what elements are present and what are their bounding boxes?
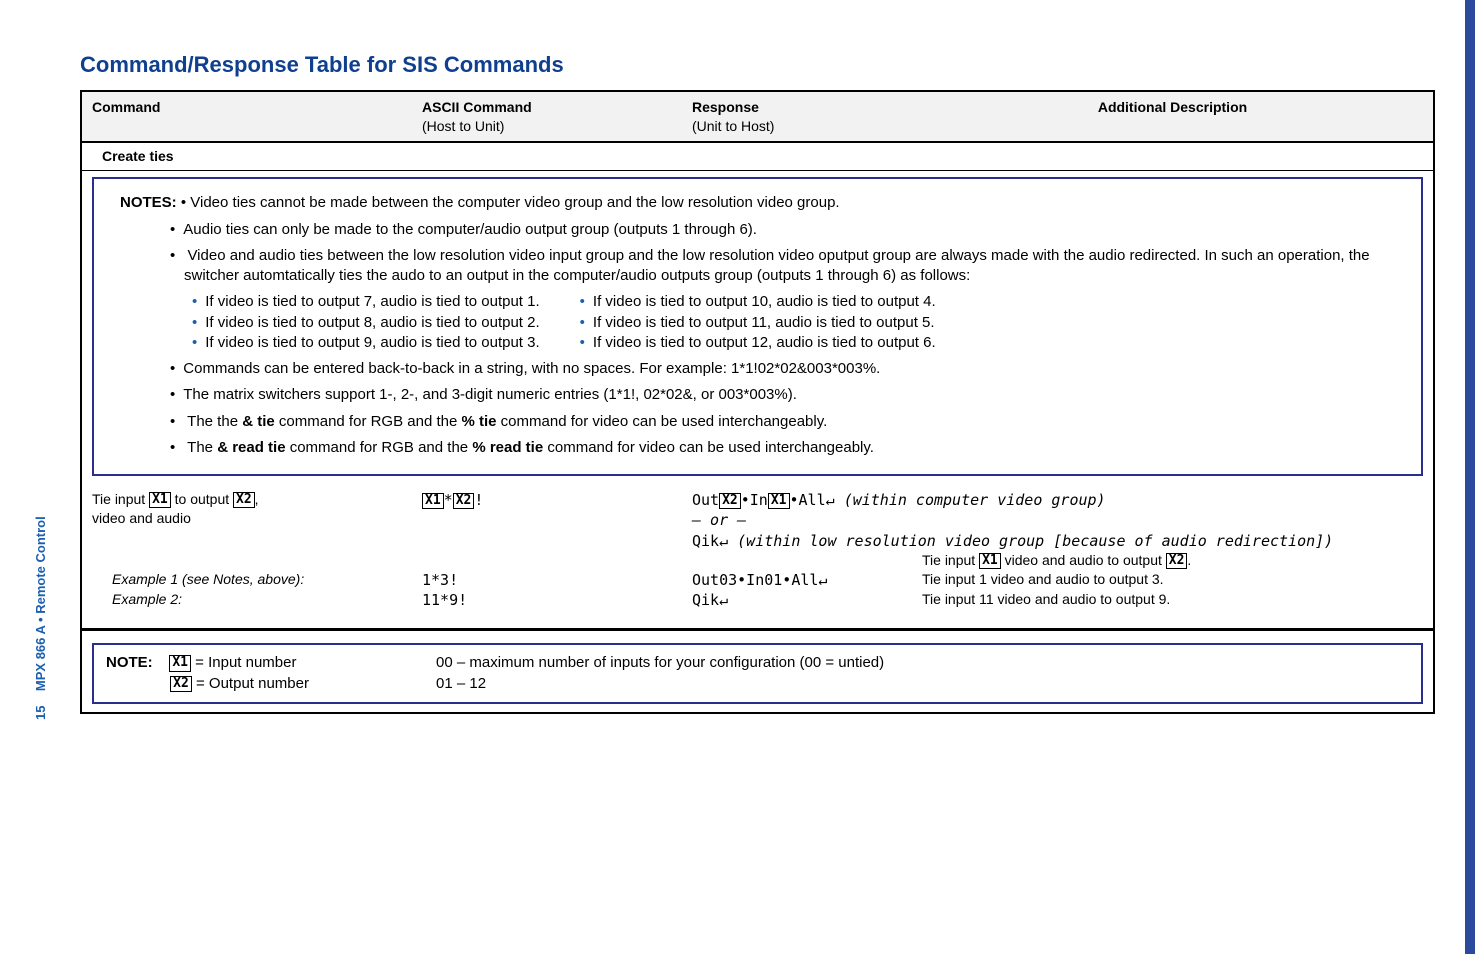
legend-right: 00 – maximum number of inputs for your c… — [436, 653, 1409, 694]
desc-cell: Tie input 1 video and audio to output 3. — [922, 570, 1423, 590]
var-x1: X1 — [149, 492, 171, 508]
ascii-cell: 1*3! — [422, 570, 692, 590]
note-item: The the & tie command for RGB and the % … — [118, 412, 1409, 432]
th-additional: Additional Description — [922, 98, 1423, 136]
table-row: Example 1 (see Notes, above): 1*3! Out03… — [82, 570, 1433, 590]
response-cell: Qik↵ — [692, 590, 922, 610]
side-label-text: MPX 866 A • Remote Control — [33, 516, 48, 691]
th-ascii: ASCII Command (Host to Unit) — [422, 98, 692, 136]
side-running-head: 15 MPX 866 A • Remote Control — [32, 516, 50, 720]
divider — [82, 628, 1433, 631]
note-subitem: If video is tied to output 8, audio is t… — [192, 313, 540, 333]
notes-box: NOTES: • Video ties cannot be made betwe… — [92, 177, 1423, 476]
note-item: Commands can be entered back-to-back in … — [118, 359, 1409, 379]
th-command: Command — [92, 98, 422, 136]
note-item: Video and audio ties between the low res… — [118, 246, 1409, 353]
note-subcolumns: If video is tied to output 7, audio is t… — [184, 292, 1409, 353]
response-cell: Out03•In01•All↵ — [692, 570, 922, 590]
cmd-cell: Example 2: — [92, 590, 422, 610]
ascii-cell: X1*X2! — [422, 490, 692, 551]
note-item: The & read tie command for RGB and the %… — [118, 438, 1409, 458]
page: 15 MPX 866 A • Remote Control Command/Re… — [0, 0, 1475, 954]
var-x2: X2 — [233, 492, 255, 508]
note-subitem: If video is tied to output 7, audio is t… — [192, 292, 540, 312]
legend-box: NOTE: X1 = Input number X2 = Output numb… — [92, 643, 1423, 704]
subsection-create-ties: Create ties — [82, 143, 1433, 171]
cmd-cell: Tie input X1 to output X2, video and aud… — [92, 490, 422, 551]
th-response: Response (Unit to Host) — [692, 98, 922, 136]
note-item: Audio ties can only be made to the compu… — [118, 220, 1409, 240]
table-row: Tie input X1 video and audio to output X… — [82, 551, 1433, 570]
ascii-cell: 11*9! — [422, 590, 692, 610]
note-subitem: If video is tied to output 12, audio is … — [580, 333, 936, 353]
table-row: Example 2: 11*9! Qik↵ Tie input 11 video… — [82, 590, 1433, 618]
note-subitem: If video is tied to output 10, audio is … — [580, 292, 936, 312]
legend-left: NOTE: X1 = Input number X2 = Output numb… — [106, 653, 436, 694]
note-item: The matrix switchers support 1-, 2-, and… — [118, 385, 1409, 405]
section-title: Command/Response Table for SIS Commands — [80, 50, 1435, 80]
table-header: Command ASCII Command (Host to Unit) Res… — [82, 92, 1433, 144]
table-row: Tie input X1 to output X2, video and aud… — [82, 482, 1433, 551]
side-pagenum: 15 — [33, 706, 48, 720]
desc-cell: Tie input 11 video and audio to output 9… — [922, 590, 1423, 610]
command-table: Command ASCII Command (Host to Unit) Res… — [80, 90, 1435, 714]
note-item: NOTES: • Video ties cannot be made betwe… — [118, 193, 1409, 213]
note-subitem: If video is tied to output 11, audio is … — [580, 313, 936, 333]
page-right-accent — [1465, 0, 1475, 954]
response-cell: OutX2•InX1•All↵ (within computer video g… — [692, 490, 1423, 551]
cmd-cell: Example 1 (see Notes, above): — [92, 570, 422, 590]
note-subitem: If video is tied to output 9, audio is t… — [192, 333, 540, 353]
desc-cell: Tie input X1 video and audio to output X… — [922, 551, 1423, 570]
